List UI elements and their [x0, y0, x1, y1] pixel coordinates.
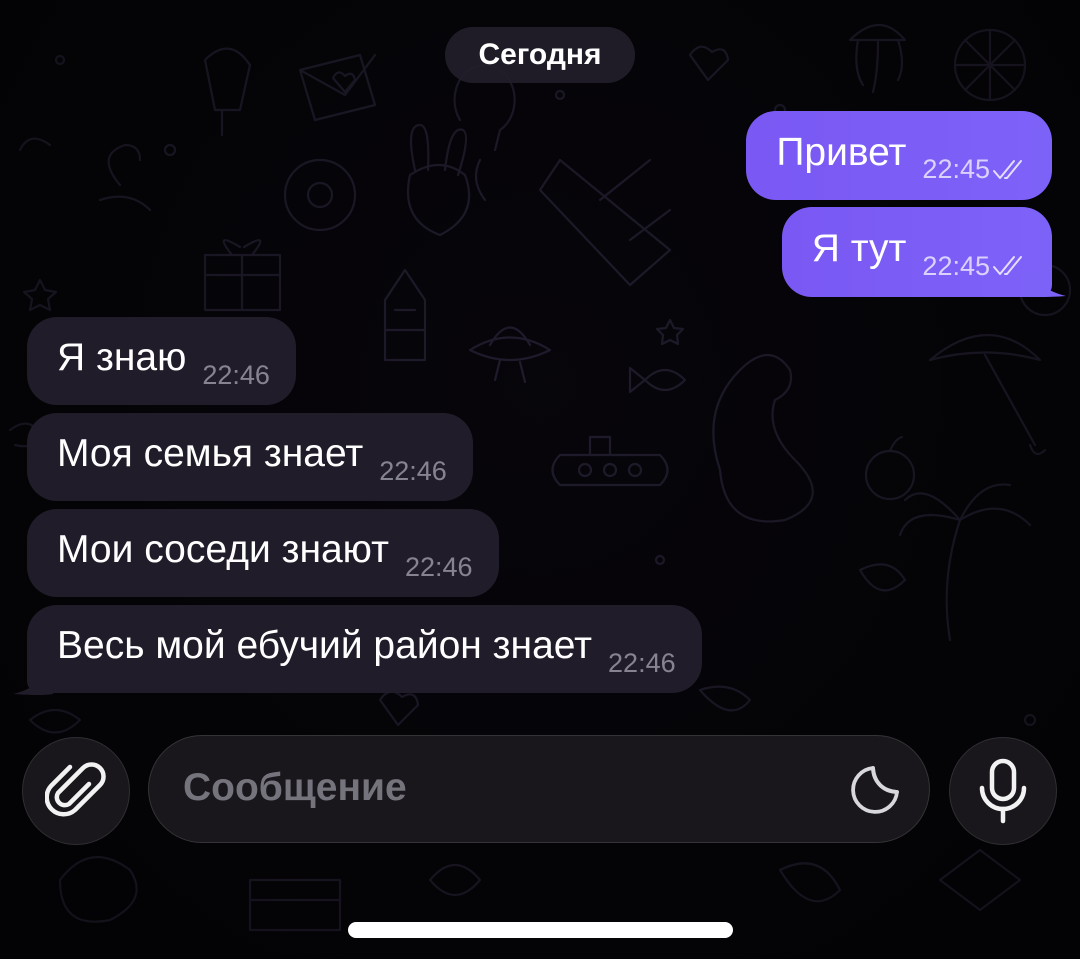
date-divider-label: Сегодня: [478, 38, 602, 71]
incoming-message[interactable]: Весь мой ебучий район знает 22:46: [27, 605, 702, 693]
chat-screen: Сегодня Привет 22:45 Я тут 22:45 Я знаю …: [0, 0, 1080, 959]
incoming-message[interactable]: Я знаю 22:46: [27, 317, 296, 405]
message-meta: 22:46: [608, 648, 676, 679]
message-text: Мои соседи знают: [57, 528, 389, 571]
microphone-icon: [979, 758, 1027, 824]
microphone-button[interactable]: [949, 737, 1057, 845]
message-time: 22:46: [202, 359, 270, 390]
message-meta: 22:46: [202, 360, 270, 391]
message-text: Я знаю: [57, 336, 187, 379]
message-time: 22:46: [404, 551, 473, 582]
message-text: Привет: [776, 130, 907, 174]
message-input-container[interactable]: [148, 735, 930, 843]
message-time: 22:46: [379, 455, 447, 486]
home-indicator[interactable]: [348, 922, 733, 938]
message-text: Весь мой ебучий район знает: [57, 624, 593, 667]
message-meta: 22:46: [405, 552, 473, 583]
date-divider: Сегодня: [445, 27, 635, 83]
message-time: 22:45: [922, 154, 990, 184]
message-time: 22:46: [608, 647, 676, 678]
incoming-message[interactable]: Моя семья знает 22:46: [27, 413, 473, 501]
attach-button[interactable]: [22, 737, 130, 845]
outgoing-message[interactable]: Я тут 22:45: [781, 207, 1052, 297]
message-meta: 22:46: [379, 456, 447, 487]
sticker-icon[interactable]: [847, 762, 903, 818]
bubble-tail: [13, 656, 53, 695]
message-time: 22:45: [922, 250, 990, 281]
double-check-icon: [993, 256, 1022, 275]
outgoing-message[interactable]: Привет 22:45: [746, 111, 1052, 200]
message-input[interactable]: [183, 736, 823, 840]
message-text: Я тут: [811, 227, 907, 270]
message-text: Моя семья знает: [57, 432, 364, 475]
bubble-tail: [1026, 258, 1066, 297]
message-meta: 22:45: [922, 154, 1030, 185]
incoming-message[interactable]: Мои соседи знают 22:46: [27, 509, 499, 597]
double-check-icon: [993, 159, 1022, 179]
paperclip-icon: [45, 762, 106, 817]
message-meta: 22:45: [922, 251, 1030, 282]
